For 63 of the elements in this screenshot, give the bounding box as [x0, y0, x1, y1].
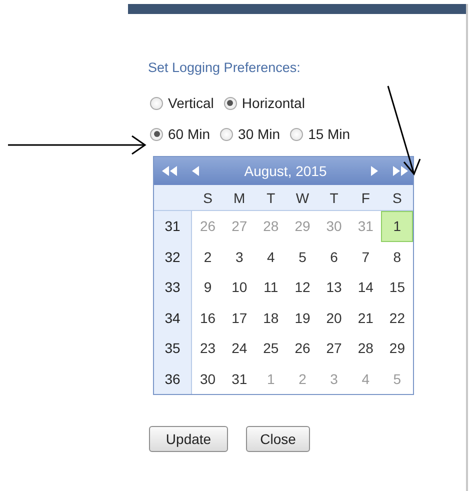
day-cell[interactable]: 23 [192, 333, 224, 364]
day-cell[interactable]: 21 [350, 302, 382, 333]
day-cell[interactable]: 5 [286, 242, 318, 272]
week-number: 31 [154, 211, 192, 242]
day-cell[interactable]: 13 [318, 272, 350, 302]
weekday-label: W [286, 185, 318, 211]
day-cell[interactable]: 25 [255, 333, 287, 364]
day-cell[interactable]: 6 [318, 242, 350, 272]
radio-label[interactable]: 60 Min [168, 126, 210, 142]
day-cell[interactable]: 15 [381, 272, 413, 302]
day-cell[interactable]: 30 [192, 364, 224, 394]
section-heading: Set Logging Preferences: [148, 60, 302, 75]
radio-label[interactable]: Horizontal [242, 95, 305, 111]
radio-button[interactable] [150, 128, 163, 140]
day-cell[interactable]: 22 [381, 302, 413, 333]
day-cell[interactable]: 12 [286, 272, 318, 302]
day-cell[interactable]: 27 [318, 333, 350, 364]
day-cell[interactable]: 4 [255, 242, 287, 272]
day-cell[interactable]: 1 [381, 211, 413, 242]
radio-button[interactable] [220, 128, 234, 140]
day-cell[interactable]: 14 [350, 272, 382, 302]
double-left-triangle-icon [162, 166, 178, 176]
day-cell[interactable]: 7 [350, 242, 382, 272]
day-cell[interactable]: 16 [192, 302, 224, 333]
week-number: 33 [154, 272, 192, 302]
update-button[interactable]: Update [149, 426, 228, 452]
corner-cell [154, 185, 192, 211]
weekday-label: S [192, 185, 224, 211]
week-number: 32 [154, 242, 192, 272]
close-button[interactable]: Close [246, 426, 310, 452]
weekday-label: F [350, 185, 382, 211]
radio-button[interactable] [290, 128, 304, 140]
radio-label[interactable]: 15 Min [308, 126, 350, 142]
week-number: 36 [154, 364, 192, 394]
day-cell[interactable]: 9 [192, 272, 224, 302]
left-triangle-icon [192, 166, 200, 176]
day-cell[interactable]: 28 [350, 333, 382, 364]
day-cell[interactable]: 8 [381, 242, 413, 272]
radio-label[interactable]: Vertical [168, 95, 214, 111]
day-cell[interactable]: 29 [381, 333, 413, 364]
day-cell[interactable]: 17 [224, 302, 256, 333]
day-cell[interactable]: 31 [224, 364, 256, 394]
radio-button[interactable] [224, 96, 237, 110]
radio-button[interactable] [150, 96, 163, 110]
day-cell[interactable]: 24 [224, 333, 256, 364]
day-cell[interactable]: 26 [286, 333, 318, 364]
day-cell[interactable]: 3 [224, 242, 256, 272]
week-number: 34 [154, 302, 192, 333]
day-cell[interactable]: 10 [224, 272, 256, 302]
weekday-label: M [224, 185, 256, 211]
week-number: 35 [154, 333, 192, 364]
weekday-label: T [255, 185, 287, 211]
month-title: August, 2015 [243, 163, 328, 179]
day-cell[interactable]: 2 [192, 242, 224, 272]
day-cell[interactable]: 19 [286, 302, 318, 333]
day-cell[interactable]: 18 [255, 302, 287, 333]
day-cell[interactable]: 11 [255, 272, 287, 302]
weekday-label: T [318, 185, 350, 211]
day-cell[interactable]: 20 [318, 302, 350, 333]
double-right-triangle-icon [393, 166, 409, 176]
radio-label[interactable]: 30 Min [238, 126, 280, 142]
right-triangle-icon [371, 166, 379, 176]
weekday-label: S [381, 185, 413, 211]
